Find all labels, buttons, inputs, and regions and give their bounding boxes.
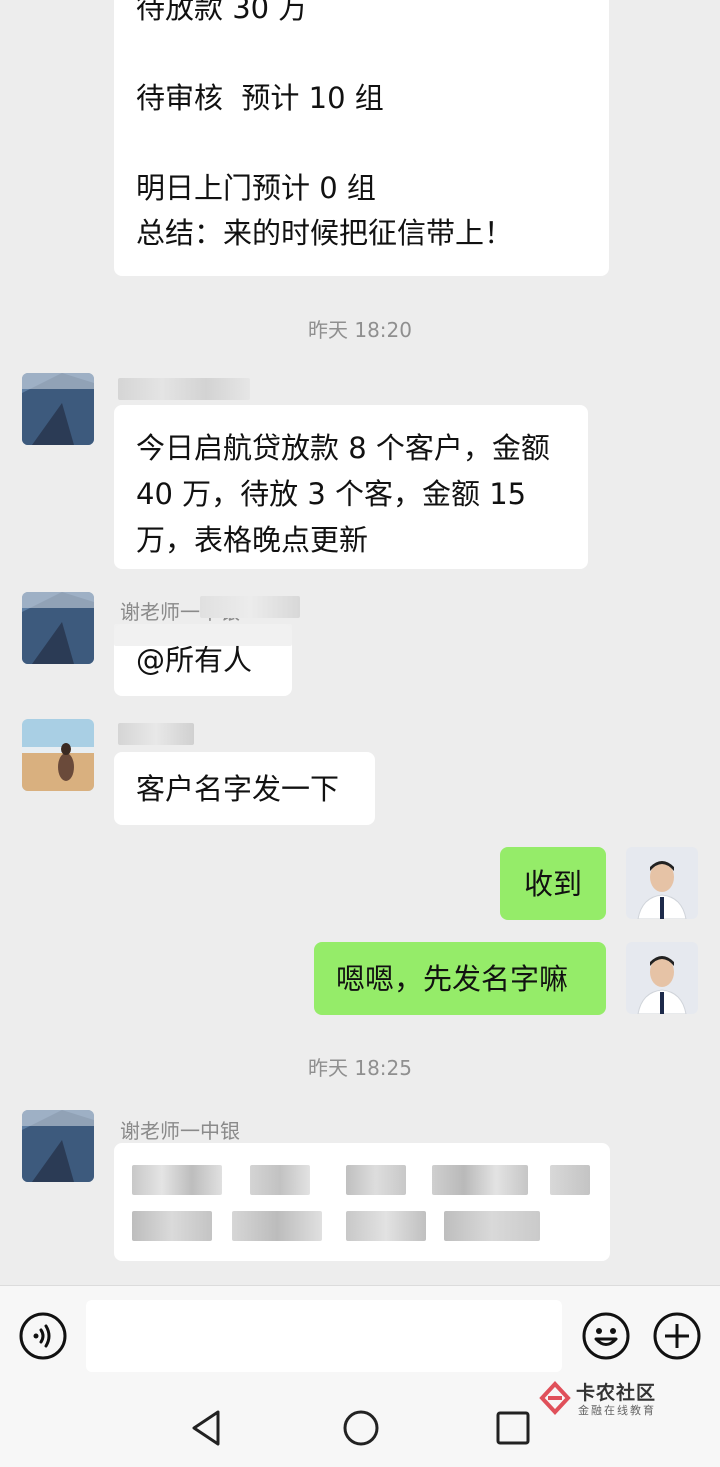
- blurred-sender-name: [118, 723, 194, 745]
- timestamp: 昨天 18:20: [308, 318, 412, 342]
- message-bubble[interactable]: 客户名字发一下: [114, 752, 375, 825]
- blurred-text: [132, 1165, 222, 1195]
- blurred-text: [444, 1211, 540, 1241]
- sender-name: 谢老师一中银: [120, 1119, 240, 1143]
- avatar[interactable]: [22, 719, 94, 791]
- blurred-sender-name: [118, 378, 250, 400]
- avatar[interactable]: [22, 1110, 94, 1182]
- timestamp: 昨天 18:25: [308, 1056, 412, 1080]
- message-bubble[interactable]: 今日启航贷放款 8 个客户，金额 40 万，待放 3 个客，金额 15 万，表格…: [114, 405, 588, 569]
- blurred-text: [250, 1165, 310, 1195]
- watermark-title: 卡农社区: [576, 1382, 657, 1404]
- watermark: 卡农社区 金融在线教育: [538, 1378, 668, 1418]
- avatar-image: [22, 592, 94, 664]
- blurred-text: [550, 1165, 590, 1195]
- blurred-text: [432, 1165, 528, 1195]
- message-input[interactable]: [86, 1300, 562, 1372]
- avatar-image: [22, 1110, 94, 1182]
- my-avatar-image: [626, 942, 698, 1014]
- blurred-text: [346, 1165, 406, 1195]
- my-message-bubble[interactable]: 嗯嗯，先发名字嘛: [314, 942, 606, 1015]
- watermark-logo-icon: [539, 1381, 571, 1415]
- emoji-icon[interactable]: [582, 1312, 630, 1360]
- input-bar: [0, 1285, 720, 1386]
- plus-icon[interactable]: [653, 1312, 701, 1360]
- voice-icon[interactable]: [19, 1312, 67, 1360]
- message-bubble-blurred[interactable]: [114, 1143, 610, 1261]
- my-avatar[interactable]: [626, 847, 698, 919]
- blur-overlay: [114, 624, 292, 646]
- blurred-text: [346, 1211, 426, 1241]
- blurred-text: [132, 1211, 212, 1241]
- recents-icon[interactable]: [491, 1406, 535, 1450]
- avatar-image: [22, 719, 94, 791]
- avatar[interactable]: [22, 373, 94, 445]
- my-message-bubble[interactable]: 收到: [500, 847, 606, 920]
- back-icon[interactable]: [186, 1406, 230, 1450]
- watermark-subtitle: 金融在线教育: [578, 1404, 656, 1417]
- home-icon[interactable]: [339, 1406, 383, 1450]
- blurred-text: [232, 1211, 322, 1241]
- my-avatar[interactable]: [626, 942, 698, 1014]
- blurred-sender-name: [200, 596, 300, 618]
- avatar[interactable]: [22, 592, 94, 664]
- chat-area[interactable]: 待放款 30 万 待审核 预计 10 组 明日上门预计 0 组 总结：来的时候把…: [0, 0, 720, 1285]
- message-bubble-summary[interactable]: 待放款 30 万 待审核 预计 10 组 明日上门预计 0 组 总结：来的时候把…: [114, 0, 609, 276]
- avatar-image: [22, 373, 94, 445]
- my-avatar-image: [626, 847, 698, 919]
